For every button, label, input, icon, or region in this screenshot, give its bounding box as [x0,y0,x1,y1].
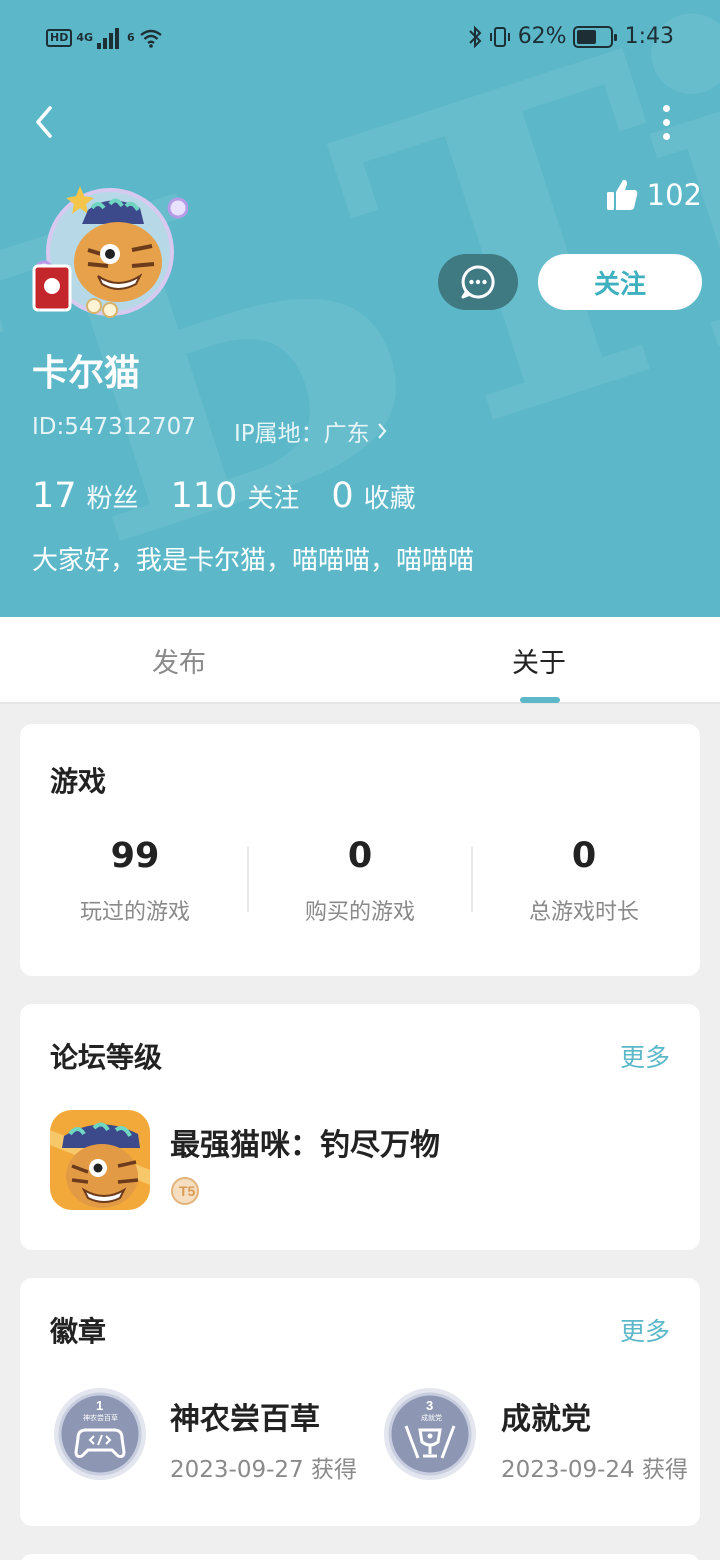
fans-count[interactable]: 17 [32,476,77,516]
favorites-label[interactable]: 收藏 [364,478,416,515]
user-meta: ID:547312707 IP属地：广东 [32,414,388,448]
more-menu-button[interactable] [648,100,684,144]
purchased-games-label: 购买的游戏 [304,900,415,925]
vibrate-icon [489,26,510,47]
battery-percent: 62% [517,24,567,49]
clock: 1:43 [624,24,674,49]
badge-trophy-icon[interactable]: 3 成就党 [382,1386,478,1482]
more-dot [662,118,670,126]
user-stats: 17 粉丝 110 关注 0 收藏 [32,476,448,516]
played-games-stat[interactable]: 99 玩过的游戏 [22,836,248,926]
status-left: HD 4G 6 [46,27,163,49]
following-count[interactable]: 110 [171,476,238,516]
badge-name: 神农尝百草 [170,1402,320,1437]
playtime-label: 总游戏时长 [528,900,639,925]
fans-label[interactable]: 粉丝 [87,478,139,515]
svg-text:3: 3 [426,1398,433,1413]
status-bar: HD 4G 6 62% 1:43 [0,24,720,58]
more-dot [662,132,670,140]
user-avatar[interactable] [28,180,189,330]
tab-about[interactable]: 关于 [512,641,566,680]
thumbs-up-icon [606,179,637,210]
games-title: 游戏 [50,765,107,798]
badges-card: 徽章 更多 1 神农尝百草 神农尝百草 2023-09-27 获得 3 成就党 … [20,1278,700,1526]
battery-icon [572,25,617,48]
badges-title: 徽章 [50,1315,107,1348]
forum-title: 论坛等级 [50,1041,163,1074]
games-card: 游戏 99 玩过的游戏 0 购买的游戏 0 总游戏时长 [20,724,700,976]
game-cat-artwork [50,1110,150,1210]
tier-badge-icon: T5 [171,1177,199,1205]
follow-button[interactable]: 关注 [538,254,702,310]
badge-gamepad-icon[interactable]: 1 神农尝百草 [52,1386,148,1482]
wifi-icon [139,29,162,48]
svg-text:成就党: 成就党 [421,1413,442,1422]
more-dot [662,104,670,112]
badges-more-link[interactable]: 更多 [620,1312,670,1348]
network-gen: 4G [76,31,94,44]
svg-text:神农尝百草: 神农尝百草 [83,1413,118,1422]
game-icon[interactable] [50,1110,150,1210]
forum-level-card: 论坛等级 更多 最强猫咪：钓尽万物 T5 [20,1004,700,1250]
wifi-gen: 6 [127,31,135,44]
svg-text:T5: T5 [179,1183,196,1199]
chevron-left-icon [36,106,52,138]
ip-location: IP属地：广东 [233,421,370,447]
chevron-right-icon [377,423,387,439]
next-card [20,1554,700,1560]
back-button[interactable] [28,100,68,144]
played-games-label: 玩过的游戏 [79,900,190,925]
battery-fill [576,29,597,44]
active-tab-indicator [520,697,560,703]
tab-posts[interactable]: 发布 [152,641,206,680]
played-games-count: 99 [110,836,160,876]
favorites-count[interactable]: 0 [331,476,353,516]
badge-name: 成就党 [501,1402,591,1437]
ip-location-link[interactable]: IP属地：广东 [234,414,388,448]
likes-counter[interactable]: 102 [605,178,702,212]
user-id: ID:547312707 [32,414,196,440]
purchased-games-count: 0 [347,836,373,876]
chat-bubble-icon [461,265,495,299]
badge-date: 2023-09-27 获得 [170,1457,357,1483]
avatar-cat-illustration [32,186,189,318]
purchased-games-stat[interactable]: 0 购买的游戏 [247,836,473,926]
badge-date: 2023-09-24 获得 [501,1457,688,1483]
likes-count: 102 [646,178,702,212]
playtime-stat[interactable]: 0 总游戏时长 [471,836,697,926]
playtime-value: 0 [571,836,597,876]
user-name: 卡尔猫 [32,353,141,394]
signal-icon [97,27,120,49]
message-button[interactable] [438,254,518,310]
profile-header: ЪTi HD 4G 6 62% 1:43 102 关注 卡尔猫 ID:54731… [0,0,720,617]
svg-text:1: 1 [96,1398,103,1413]
hd-badge: HD [46,29,73,47]
profile-tabs: 发布 关于 [0,617,720,704]
following-label[interactable]: 关注 [247,478,299,515]
bluetooth-icon [468,25,482,48]
forum-game-name[interactable]: 最强猫咪：钓尽万物 [170,1120,440,1164]
forum-more-link[interactable]: 更多 [620,1038,670,1074]
user-bio: 大家好，我是卡尔猫，喵喵喵，喵喵喵 [32,546,475,576]
status-right: 62% 1:43 [468,24,674,49]
